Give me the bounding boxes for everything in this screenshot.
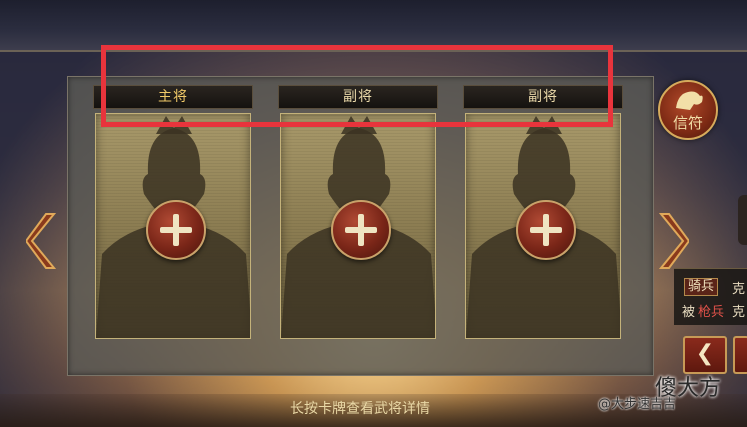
chevron-left-icon: ❮ — [695, 341, 715, 366]
general-card-empty[interactable] — [465, 113, 621, 339]
offscreen-figure — [738, 195, 747, 245]
general-card-empty[interactable] — [280, 113, 436, 339]
unit-type-tag: 骑兵 — [684, 278, 719, 296]
next-page-arrow-icon[interactable] — [657, 212, 689, 270]
watermark: @大步速吉吉 傻大方 — [598, 376, 747, 420]
highlight-annotation-box — [101, 45, 613, 127]
prev-page-arrow-icon[interactable] — [26, 212, 58, 270]
token-button[interactable]: 信符 — [658, 80, 718, 140]
next-button[interactable] — [733, 336, 747, 374]
counter-text: 克 — [732, 282, 746, 297]
qilin-emblem-icon — [676, 91, 703, 110]
token-label: 信符 — [672, 114, 703, 132]
unit-counter-info: 骑兵 克 被 枪兵 克 — [674, 268, 747, 325]
countered-prefix: 被 — [682, 305, 696, 320]
prev-button[interactable]: ❮ — [683, 336, 727, 374]
add-general-button[interactable] — [331, 200, 391, 260]
general-card-empty[interactable] — [95, 113, 251, 339]
countered-by-unit: 枪兵 — [698, 305, 725, 320]
countered-tail: 克 — [732, 305, 746, 320]
add-general-button[interactable] — [516, 200, 576, 260]
add-general-button[interactable] — [146, 200, 206, 260]
watermark-logo: 傻大方 — [655, 376, 722, 401]
